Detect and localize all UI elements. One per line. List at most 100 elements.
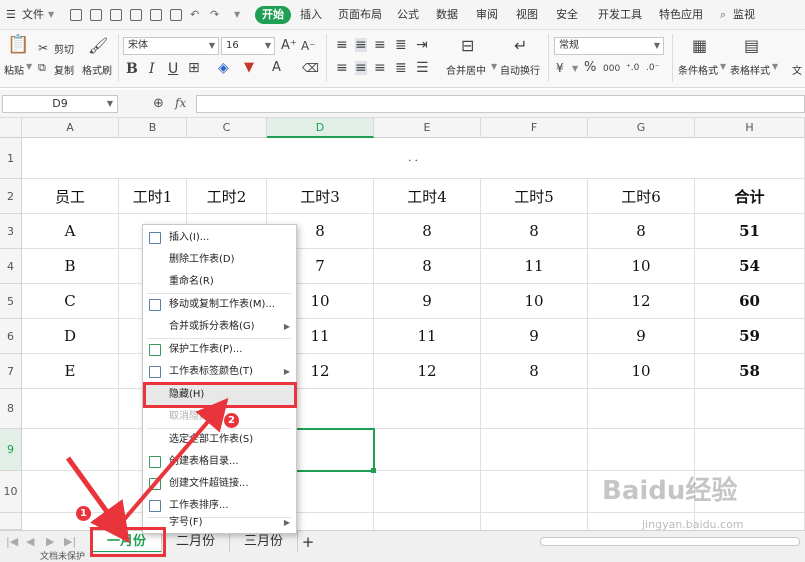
header-cell-hours2[interactable]: 工时2	[187, 179, 267, 214]
data-cell[interactable]: 8	[481, 354, 588, 389]
data-cell[interactable]: 11	[374, 319, 481, 354]
conditional-format-chevron-icon[interactable]: ▼	[720, 62, 726, 71]
header-cell-employee[interactable]: 员工	[22, 179, 119, 214]
font-grow-icon[interactable]: A⁺	[281, 39, 297, 53]
align-bottom-icon[interactable]: ≡	[374, 38, 386, 52]
percent-button[interactable]: %	[584, 61, 596, 75]
align-right-icon[interactable]: ≡	[374, 61, 386, 75]
quick-access-chevron-icon[interactable]: ▼	[234, 6, 240, 24]
print-preview-icon[interactable]	[170, 9, 182, 21]
tab-security[interactable]: 安全	[556, 6, 578, 24]
wrap-text-icon[interactable]: ↵	[514, 38, 527, 54]
align-top-icon[interactable]: ≡	[336, 38, 348, 52]
file-menu-chevron-icon[interactable]: ▼	[48, 6, 54, 24]
menu-item-create-directory[interactable]: 创建表格目录...	[143, 451, 296, 473]
number-format-combo[interactable]: 常规 ▼	[554, 37, 664, 55]
fill-handle[interactable]	[371, 468, 376, 473]
table-style-icon[interactable]: ▤	[744, 38, 759, 54]
prev-sheet-icon[interactable]: ◀	[26, 535, 34, 548]
fill-color-icon[interactable]: ◈	[218, 61, 229, 75]
currency-icon[interactable]: ¥	[556, 61, 564, 75]
data-cell[interactable]: 12	[374, 354, 481, 389]
last-sheet-icon[interactable]: ▶|	[64, 535, 76, 548]
formula-input[interactable]	[196, 95, 805, 113]
table-style-button[interactable]: 表格样式	[730, 62, 770, 77]
tab-developer[interactable]: 开发工具	[598, 6, 642, 24]
underline-button[interactable]: U	[168, 62, 178, 76]
header-cell-hours1[interactable]: 工时1	[119, 179, 187, 214]
align-center-icon[interactable]: ≡	[355, 61, 367, 75]
clear-format-icon[interactable]: ⌫	[302, 61, 319, 75]
decrease-decimal-icon[interactable]: .0⁻	[646, 61, 659, 75]
first-sheet-icon[interactable]: |◀	[6, 535, 18, 548]
tab-view[interactable]: 视图	[516, 6, 538, 24]
indent-icon[interactable]: ⇥	[416, 38, 428, 52]
merge-center-icon[interactable]: ⊟	[461, 38, 474, 54]
export-icon[interactable]	[130, 9, 142, 21]
data-cell[interactable]: 12	[588, 284, 695, 319]
total-cell[interactable]: 60	[695, 284, 805, 319]
hamburger-icon[interactable]: ☰	[6, 6, 16, 24]
thousands-button[interactable]: 000	[603, 62, 620, 76]
row-header-8[interactable]: 8	[0, 389, 22, 429]
search-label[interactable]: 监视	[733, 6, 755, 24]
data-cell[interactable]: 8	[481, 214, 588, 249]
data-cell[interactable]: 9	[374, 284, 481, 319]
data-cell[interactable]: 10	[481, 284, 588, 319]
tab-formula[interactable]: 公式	[397, 6, 419, 24]
orientation-icon[interactable]: ≣	[395, 38, 407, 52]
font-shrink-icon[interactable]: A⁻	[301, 39, 316, 53]
increase-decimal-icon[interactable]: ⁺.0	[626, 61, 639, 75]
data-cell[interactable]: 10	[588, 249, 695, 284]
data-cell[interactable]: E	[22, 354, 119, 389]
menu-item-protect-sheet[interactable]: 保护工作表(P)...	[143, 339, 296, 361]
title-cell[interactable]: . .	[22, 138, 805, 179]
menu-item-tab-color[interactable]: 工作表标签颜色(T) ▶	[143, 361, 296, 383]
data-cell[interactable]: 8	[374, 249, 481, 284]
data-cell[interactable]: 10	[588, 354, 695, 389]
scissors-icon[interactable]: ✂	[38, 41, 48, 55]
conditional-format-icon[interactable]: ▦	[692, 38, 707, 54]
column-header-c[interactable]: C	[187, 118, 267, 138]
search-icon[interactable]: ⌕	[720, 6, 726, 24]
file-menu[interactable]: 文件	[22, 6, 44, 24]
save-icon[interactable]	[110, 9, 122, 21]
header-cell-hours4[interactable]: 工时4	[374, 179, 481, 214]
total-cell[interactable]: 51	[695, 214, 805, 249]
data-cell[interactable]: 8	[588, 214, 695, 249]
row-header-5[interactable]: 5	[0, 284, 22, 319]
paste-icon[interactable]: 📋	[7, 36, 29, 54]
paste-chevron-icon[interactable]: ▼	[26, 62, 32, 71]
format-painter-icon[interactable]: 🖌	[88, 38, 108, 54]
column-header-b[interactable]: B	[119, 118, 187, 138]
open-folder-icon[interactable]	[90, 9, 102, 21]
merge-chevron-icon[interactable]: ▼	[491, 62, 497, 71]
name-box[interactable]: D9 ▼	[2, 95, 118, 113]
border-icon[interactable]: ⊞	[188, 61, 200, 75]
column-header-g[interactable]: G	[588, 118, 695, 138]
bold-button[interactable]: B	[126, 62, 138, 76]
tab-page-layout[interactable]: 页面布局	[338, 6, 382, 24]
row-header-11[interactable]	[0, 513, 22, 530]
cut-button[interactable]: 剪切	[54, 41, 74, 56]
justify-icon[interactable]: ≣	[395, 61, 407, 75]
data-cell[interactable]: D	[22, 319, 119, 354]
column-header-d[interactable]: D	[267, 118, 374, 138]
header-cell-hours5[interactable]: 工时5	[481, 179, 588, 214]
row-header-2[interactable]: 2	[0, 179, 22, 214]
align-middle-icon[interactable]: ≡	[355, 38, 367, 52]
data-cell[interactable]: C	[22, 284, 119, 319]
text-tool-button[interactable]: 文	[792, 62, 802, 77]
total-cell[interactable]: 58	[695, 354, 805, 389]
total-cell[interactable]: 54	[695, 249, 805, 284]
font-size-combo[interactable]: 16 ▼	[221, 37, 275, 55]
copy-button[interactable]: 复制	[54, 62, 74, 77]
align-left-icon[interactable]: ≡	[336, 61, 348, 75]
menu-item-create-hyperlink[interactable]: 创建文件超链接...	[143, 473, 296, 495]
row-header-9[interactable]: 9	[0, 429, 22, 471]
font-color-a-icon[interactable]: A	[272, 61, 281, 75]
copy-icon[interactable]: ⧉	[38, 61, 46, 75]
font-name-combo[interactable]: 宋体 ▼	[123, 37, 219, 55]
row-header-7[interactable]: 7	[0, 354, 22, 389]
paste-button[interactable]: 粘贴	[4, 62, 24, 77]
